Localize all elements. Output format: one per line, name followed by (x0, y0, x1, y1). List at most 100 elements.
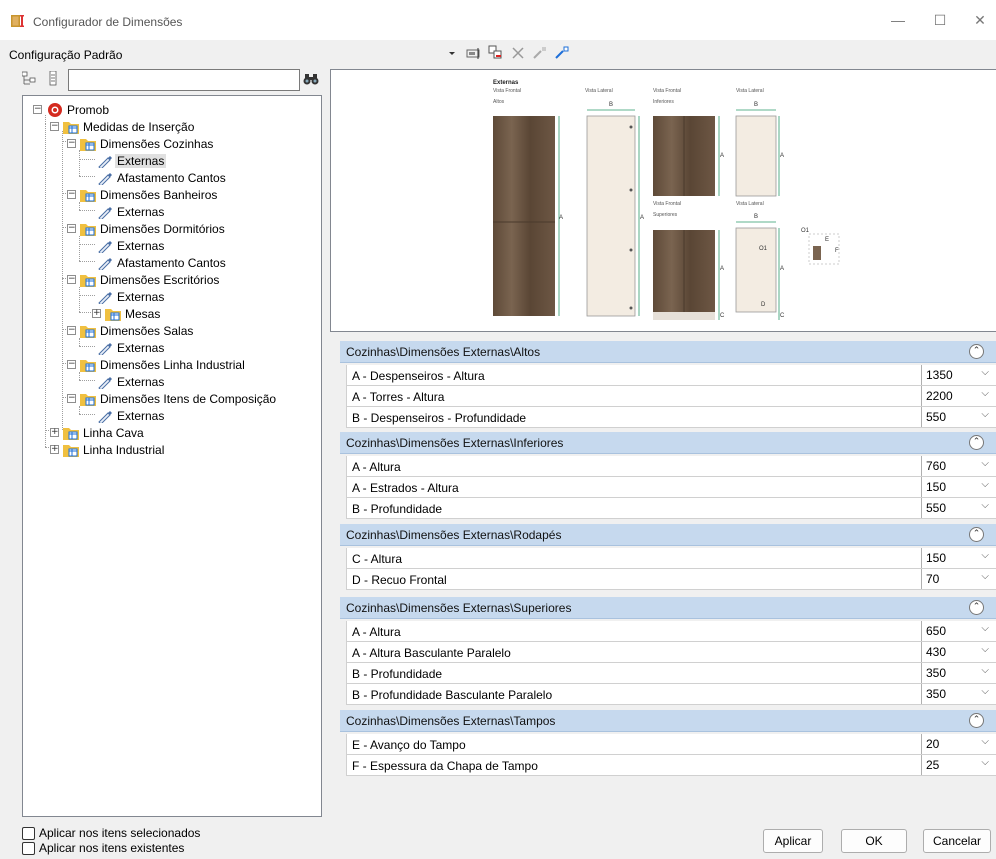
chevron-down-icon[interactable]: ⌵ (981, 479, 989, 490)
tree-item-medidas-insercao[interactable]: Medidas de Inserção (63, 118, 194, 135)
tree-item-cozinhas-afastamento[interactable]: Afastamento Cantos (97, 169, 226, 186)
chevron-down-icon[interactable]: ⌵ (981, 388, 989, 399)
apply-existing-checkbox[interactable]: Aplicar nos itens existentes (22, 841, 184, 855)
chevron-down-icon[interactable]: ⌵ (981, 623, 989, 634)
tree-item-dimensoes-cozinhas[interactable]: Dimensões Cozinhas (80, 135, 213, 152)
collapse-chevron-icon[interactable]: ⌃ (969, 713, 984, 728)
checkbox-box[interactable] (22, 826, 35, 840)
binoculars-icon[interactable] (303, 72, 319, 86)
property-value-select[interactable]: 550 ⌵ (921, 407, 993, 427)
maximize-button[interactable]: ☐ (930, 10, 950, 30)
tree-expander[interactable]: − (33, 105, 42, 114)
tree-expander[interactable]: + (50, 428, 59, 437)
tree-expander[interactable]: − (67, 360, 76, 369)
chevron-down-icon[interactable]: ⌵ (981, 665, 989, 676)
delete-icon[interactable] (510, 45, 526, 61)
tree-item-dimensoes-linha-industrial[interactable]: Dimensões Linha Industrial (80, 356, 245, 373)
tree-expander[interactable]: − (67, 275, 76, 284)
group-header-rodapes[interactable]: Cozinhas\Dimensões Externas\Rodapés ⌃ (340, 524, 996, 546)
tree-expander[interactable]: − (67, 139, 76, 148)
tree-item-dimensoes-banheiros[interactable]: Dimensões Banheiros (80, 186, 217, 203)
collapse-all-icon[interactable] (49, 70, 57, 86)
property-value-select[interactable]: 1350 ⌵ (921, 365, 993, 385)
tree-item-linha-industrial-externas[interactable]: Externas (97, 373, 164, 390)
tree-item-itens-composicao-externas[interactable]: Externas (97, 407, 164, 424)
property-value-select[interactable]: 350 ⌵ (921, 663, 993, 683)
dropdown-arrow-icon[interactable] (444, 45, 460, 61)
property-value-select[interactable]: 150 ⌵ (921, 548, 993, 568)
tree-item-dimensoes-escritorios[interactable]: Dimensões Escritórios (80, 271, 219, 288)
tree-item-linha-industrial[interactable]: Linha Industrial (63, 441, 164, 458)
tree-item-label: Mesas (125, 306, 161, 321)
cancel-button[interactable]: Cancelar (923, 829, 991, 853)
chevron-down-icon[interactable]: ⌵ (981, 571, 989, 582)
tool-disabled-icon[interactable] (532, 45, 548, 61)
collapse-chevron-icon[interactable]: ⌃ (969, 600, 984, 615)
tree-item-dormitorios-externas[interactable]: Externas (97, 237, 164, 254)
chevron-down-icon[interactable]: ⌵ (981, 686, 989, 697)
tree-expander[interactable]: − (50, 122, 59, 131)
property-value-select[interactable]: 70 ⌵ (921, 569, 993, 589)
property-value-select[interactable]: 650 ⌵ (921, 621, 993, 641)
tree-item-cozinhas-externas[interactable]: Externas (97, 152, 167, 169)
tree-search-input[interactable] (68, 69, 300, 91)
property-value-select[interactable]: 430 ⌵ (921, 642, 993, 662)
apply-button[interactable]: Aplicar (763, 829, 823, 853)
tree-item-banheiros-externas[interactable]: Externas (97, 203, 164, 220)
chevron-down-icon[interactable]: ⌵ (981, 500, 989, 511)
tool-icon[interactable] (554, 45, 570, 61)
property-value-select[interactable]: 2200 ⌵ (921, 386, 993, 406)
close-button[interactable]: ✕ (970, 10, 990, 30)
property-value-select[interactable]: 760 ⌵ (921, 456, 993, 476)
dimension-label: A (780, 266, 785, 272)
property-value-select[interactable]: 350 ⌵ (921, 684, 993, 704)
chevron-down-icon[interactable]: ⌵ (981, 644, 989, 655)
tree-expander[interactable]: − (67, 224, 76, 233)
tree-item-dimensoes-salas[interactable]: Dimensões Salas (80, 322, 193, 339)
group-header-tampos[interactable]: Cozinhas\Dimensões Externas\Tampos ⌃ (340, 710, 996, 732)
checkbox-box[interactable] (22, 841, 35, 855)
dimension-label: O1 (759, 246, 768, 252)
expand-all-icon[interactable] (21, 71, 36, 85)
tree-expander[interactable]: + (50, 445, 59, 454)
tree-item-promob[interactable]: Promob (47, 101, 109, 118)
collapse-chevron-icon[interactable]: ⌃ (969, 435, 984, 450)
property-value-select[interactable]: 550 ⌵ (921, 498, 993, 518)
minimize-button[interactable]: — (888, 10, 908, 30)
chevron-down-icon[interactable]: ⌵ (981, 736, 989, 747)
tree-expander[interactable]: − (67, 326, 76, 335)
tree-item-linha-cava[interactable]: Linha Cava (63, 424, 144, 441)
group-title: Cozinhas\Dimensões Externas\Superiores (346, 601, 572, 615)
tree-expander[interactable]: − (67, 394, 76, 403)
chevron-down-icon[interactable]: ⌵ (981, 367, 989, 378)
group-header-inferiores[interactable]: Cozinhas\Dimensões Externas\Inferiores ⌃ (340, 432, 996, 454)
tree-item-label: Externas (117, 374, 165, 389)
property-value-select[interactable]: 150 ⌵ (921, 477, 993, 497)
rename-icon[interactable] (466, 45, 482, 61)
tree-expander[interactable]: − (67, 190, 76, 199)
chevron-down-icon[interactable]: ⌵ (981, 757, 989, 768)
property-row: C - Altura 150 ⌵ (346, 548, 996, 569)
group-header-superiores[interactable]: Cozinhas\Dimensões Externas\Superiores ⌃ (340, 597, 996, 619)
tree-item-dormitorios-afastamento[interactable]: Afastamento Cantos (97, 254, 226, 271)
property-value-select[interactable]: 25 ⌵ (921, 755, 993, 775)
chevron-down-icon[interactable]: ⌵ (981, 550, 989, 561)
collapse-chevron-icon[interactable]: ⌃ (969, 344, 984, 359)
dimension-label: A (720, 153, 725, 159)
property-value-select[interactable]: 20 ⌵ (921, 734, 993, 754)
tree-item-escritorios-mesas[interactable]: Mesas (105, 305, 160, 322)
apply-selected-checkbox[interactable]: Aplicar nos itens selecionados (22, 826, 200, 840)
copy-icon[interactable] (488, 45, 504, 61)
tree-item-dimensoes-itens-composicao[interactable]: Dimensões Itens de Composição (80, 390, 276, 407)
tree-item-label: Dimensões Cozinhas (100, 136, 214, 151)
collapse-chevron-icon[interactable]: ⌃ (969, 527, 984, 542)
tree-item-salas-externas[interactable]: Externas (97, 339, 164, 356)
chevron-down-icon[interactable]: ⌵ (981, 409, 989, 420)
property-name: E - Avanço do Tampo (352, 738, 466, 752)
group-header-altos[interactable]: Cozinhas\Dimensões Externas\Altos ⌃ (340, 341, 996, 363)
ok-button[interactable]: OK (841, 829, 907, 853)
tree-expander[interactable]: + (92, 309, 101, 318)
tree-item-dimensoes-dormitorios[interactable]: Dimensões Dormitórios (80, 220, 225, 237)
chevron-down-icon[interactable]: ⌵ (981, 458, 989, 469)
tree-item-escritorios-externas[interactable]: Externas (97, 288, 164, 305)
